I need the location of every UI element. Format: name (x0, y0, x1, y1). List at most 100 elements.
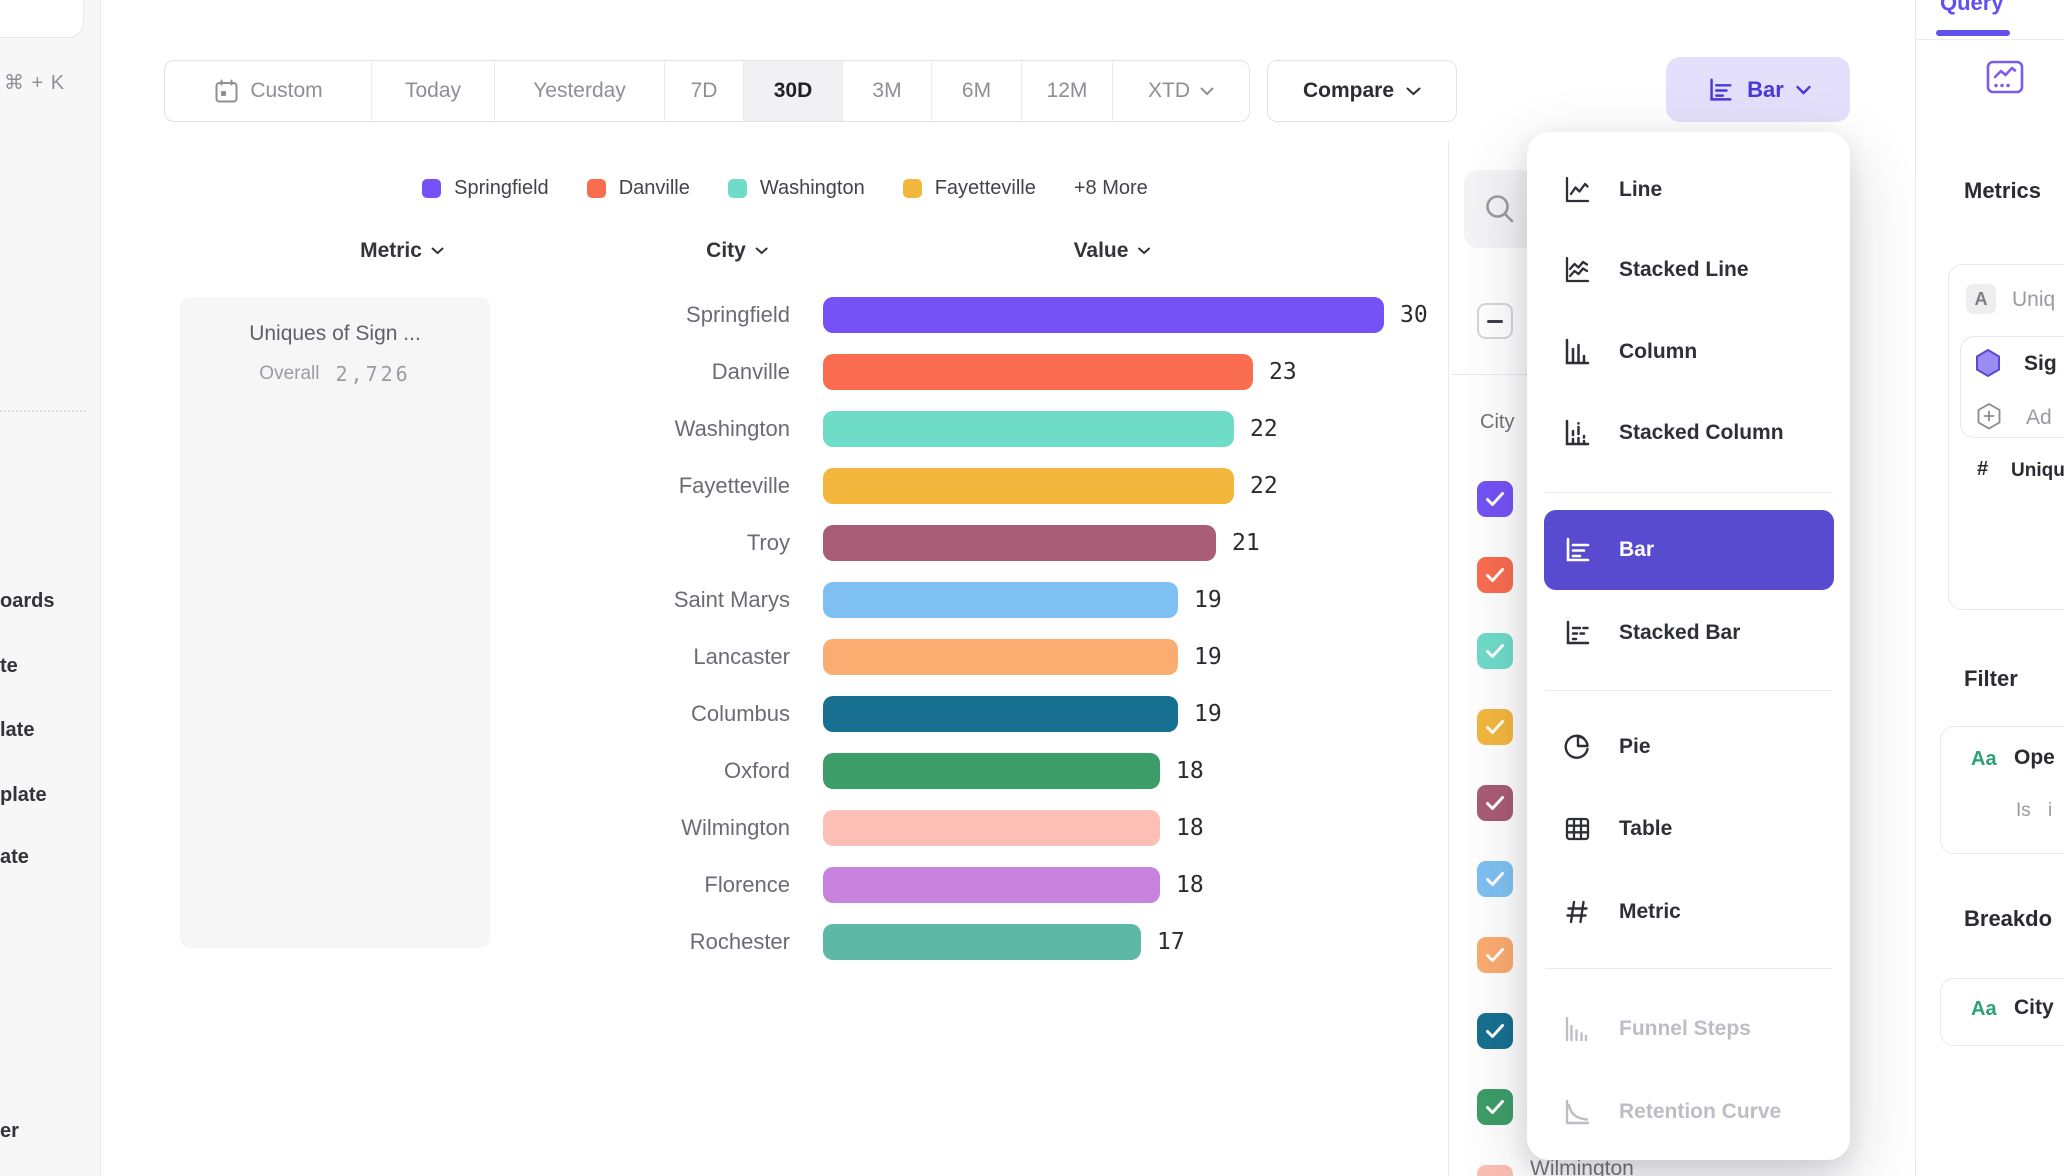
bar-value-label: 17 (1157, 929, 1185, 955)
menu-item-stacked-line[interactable]: Stacked Line (1527, 230, 1850, 310)
sidebar-item-4[interactable]: ate (0, 846, 29, 869)
legend-item[interactable]: Fayetteville (903, 177, 1036, 200)
chevron-down-icon (1137, 247, 1150, 255)
add-event-hexagon-icon[interactable] (1975, 402, 2003, 432)
chart-type-button[interactable]: Bar (1666, 57, 1850, 122)
tab-query[interactable]: Query (1940, 0, 2004, 16)
sidebar-item-5[interactable]: er (0, 1120, 19, 1143)
city-checkbox[interactable] (1477, 785, 1513, 821)
compare-button[interactable]: Compare (1267, 60, 1457, 122)
bar-category-label: Wilmington (460, 815, 790, 841)
tab-query-indicator (1936, 30, 2010, 36)
date-range-custom[interactable]: Custom (165, 61, 371, 121)
date-range-6m[interactable]: 6M (931, 61, 1021, 121)
filter-operator[interactable]: Is (2016, 800, 2031, 822)
bar-chart-row: Lancaster19 (460, 639, 1222, 675)
date-range-3m[interactable]: 3M (842, 61, 931, 121)
bar-category-label: Columbus (460, 701, 790, 727)
chart-legend: Springfield Danville Washington Fayettev… (120, 172, 1450, 204)
sidebar-item-3[interactable]: plate (0, 784, 47, 807)
legend-more-button[interactable]: +8 More (1074, 177, 1148, 200)
bar[interactable] (823, 867, 1160, 903)
bar-chart-row: Saint Marys19 (460, 582, 1222, 618)
city-checkbox[interactable] (1477, 1013, 1513, 1049)
city-checkbox[interactable] (1477, 937, 1513, 973)
menu-item-table[interactable]: Table (1527, 789, 1850, 869)
date-range-30d[interactable]: 30D (743, 61, 842, 121)
insights-chart-icon[interactable] (1986, 60, 2024, 94)
bar[interactable] (823, 411, 1234, 447)
menu-divider (1545, 492, 1832, 493)
menu-item-bar[interactable]: Bar (1527, 510, 1850, 590)
check-icon (1485, 1099, 1505, 1115)
menu-item-column[interactable]: Column (1527, 312, 1850, 392)
city-checkbox[interactable] (1477, 709, 1513, 745)
city-checkbox[interactable] (1477, 1165, 1513, 1176)
query-panel-border (1915, 0, 1916, 1176)
bar[interactable] (823, 924, 1141, 960)
date-range-xtd[interactable]: XTD (1112, 61, 1249, 121)
city-checkbox[interactable] (1477, 861, 1513, 897)
column-chart-icon (1561, 336, 1593, 368)
bar[interactable] (823, 297, 1384, 333)
select-all-checkbox[interactable] (1477, 303, 1513, 339)
hash-icon: # (1977, 458, 1988, 481)
legend-swatch (587, 179, 606, 198)
column-header-city[interactable]: City (706, 239, 768, 263)
bar[interactable] (823, 582, 1178, 618)
string-type-icon: Aa (1971, 998, 1997, 1021)
bar-value-label: 21 (1232, 530, 1260, 556)
bar[interactable] (823, 639, 1178, 675)
table-icon (1561, 813, 1593, 845)
measurement-label[interactable]: Uniqu (2011, 460, 2064, 482)
event-name[interactable]: Sig (2024, 352, 2057, 376)
menu-item-funnel-steps[interactable]: Funnel Steps (1527, 989, 1850, 1069)
bar[interactable] (823, 468, 1234, 504)
legend-item[interactable]: Danville (587, 177, 690, 200)
city-checkbox[interactable] (1477, 1089, 1513, 1125)
menu-item-line[interactable]: Line (1527, 150, 1850, 230)
sidebar-search-card[interactable] (0, 0, 84, 38)
column-header-value[interactable]: Value (1074, 239, 1151, 263)
series-a-badge: A (1966, 284, 1996, 314)
event-hexagon-icon[interactable] (1973, 348, 2003, 380)
search-icon (1482, 191, 1518, 227)
date-range-12m[interactable]: 12M (1021, 61, 1112, 121)
bar[interactable] (823, 810, 1160, 846)
menu-item-pie[interactable]: Pie (1527, 707, 1850, 787)
date-range-yesterday[interactable]: Yesterday (494, 61, 664, 121)
sidebar-item-boards[interactable]: oards (0, 590, 54, 613)
sidebar-item-1[interactable]: te (0, 655, 18, 678)
chevron-down-icon (1796, 85, 1811, 95)
filter-value[interactable]: i (2048, 800, 2052, 822)
date-range-7d[interactable]: 7D (664, 61, 743, 121)
city-checkbox[interactable] (1477, 557, 1513, 593)
bar-category-label: Troy (460, 530, 790, 556)
city-checkbox[interactable] (1477, 481, 1513, 517)
legend-item[interactable]: Springfield (422, 177, 549, 200)
bar[interactable] (823, 525, 1216, 561)
bar-chart-row: Fayetteville22 (460, 468, 1278, 504)
menu-item-stacked-column[interactable]: Stacked Column (1527, 393, 1850, 473)
bar[interactable] (823, 753, 1160, 789)
date-range-today[interactable]: Today (371, 61, 494, 121)
menu-item-metric[interactable]: Metric (1527, 872, 1850, 952)
menu-item-retention-curve[interactable]: Retention Curve (1527, 1072, 1850, 1152)
city-checkbox[interactable] (1477, 633, 1513, 669)
breakdown-property[interactable]: City (2014, 996, 2054, 1020)
add-event-label[interactable]: Ad (2026, 406, 2052, 430)
sidebar-item-2[interactable]: late (0, 719, 34, 742)
legend-swatch (422, 179, 441, 198)
column-header-metric[interactable]: Metric (360, 239, 444, 263)
menu-item-stacked-bar[interactable]: Stacked Bar (1527, 593, 1850, 673)
metric-card[interactable] (180, 297, 490, 948)
bar[interactable] (823, 696, 1178, 732)
legend-item[interactable]: Washington (728, 177, 865, 200)
legend-swatch (903, 179, 922, 198)
bar-chart-row: Columbus19 (460, 696, 1222, 732)
filter-property[interactable]: Ope (2014, 746, 2055, 770)
bar[interactable] (823, 354, 1253, 390)
bar-chart-row: Troy 21 (460, 525, 1260, 561)
metric-row-label[interactable]: Uniq (2012, 288, 2055, 312)
bar-value-label: 19 (1194, 587, 1222, 613)
